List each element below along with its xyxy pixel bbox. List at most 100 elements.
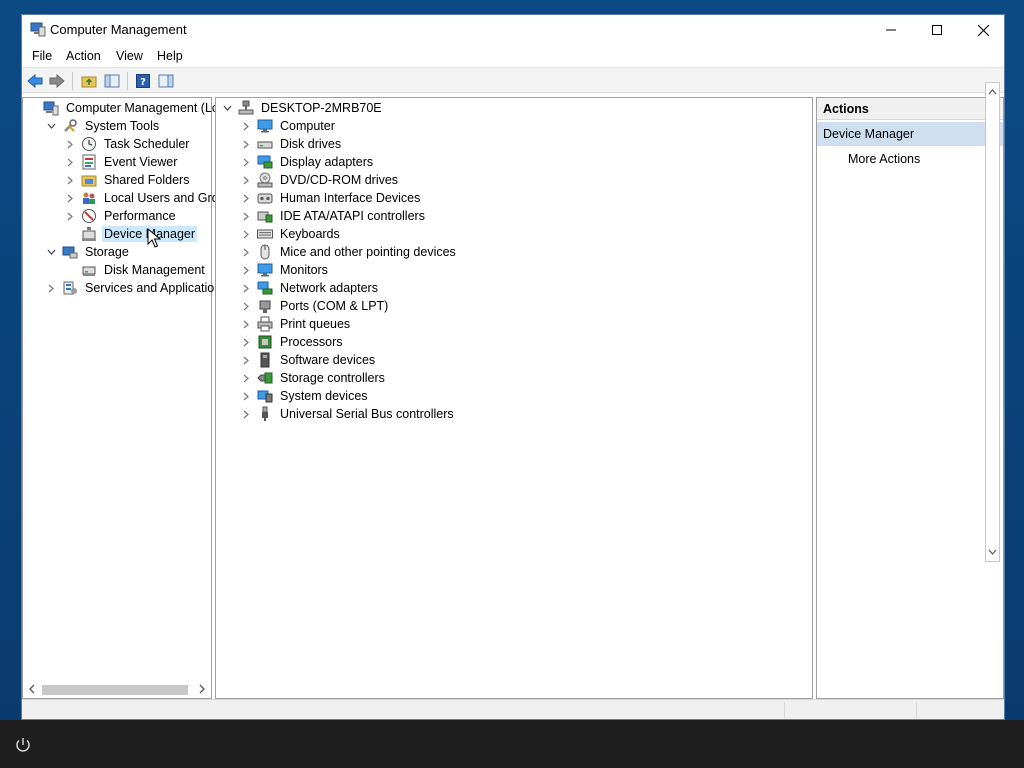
power-icon[interactable] (14, 736, 32, 754)
tree-item-storage[interactable]: Storage (46, 243, 131, 261)
tree-item-label: Universal Serial Bus controllers (280, 407, 454, 421)
device-category-universal-serial-bus-controllers[interactable]: Universal Serial Bus controllers (241, 405, 456, 423)
vertical-scrollbar[interactable] (985, 82, 1000, 562)
help-icon: ? (136, 74, 150, 88)
no-expander (65, 261, 75, 279)
tree-item-task-scheduler[interactable]: Task Scheduler (65, 135, 191, 153)
device-category-human-interface-devices[interactable]: Human Interface Devices (241, 189, 422, 207)
device-category-ide-ata-atapi-controllers[interactable]: IDE ATA/ATAPI controllers (241, 207, 427, 225)
menu-help[interactable]: Help (157, 49, 183, 63)
forward-button[interactable] (47, 71, 67, 91)
device-tree-pane[interactable]: DESKTOP-2MRB70E Computer Disk drives Displa… (215, 97, 813, 699)
expand-closed-chevron-icon[interactable] (241, 189, 251, 207)
tree-item-label: System Tools (85, 119, 160, 133)
device-tree-root[interactable]: DESKTOP-2MRB70E (222, 99, 384, 117)
device-category-processors[interactable]: Processors (241, 333, 345, 351)
expand-closed-chevron-icon[interactable] (241, 225, 251, 243)
expand-closed-chevron-icon[interactable] (65, 189, 75, 207)
expand-open-chevron-icon[interactable] (222, 99, 232, 117)
device-category-computer[interactable]: Computer (241, 117, 337, 135)
more-actions-item[interactable]: More Actions (817, 148, 1003, 170)
show-hide-console-tree-button[interactable] (102, 71, 122, 91)
tree-item-shared-folders[interactable]: Shared Folders (65, 171, 191, 189)
expand-closed-chevron-icon[interactable] (241, 297, 251, 315)
expand-closed-chevron-icon[interactable] (241, 405, 251, 423)
device-category-network-adapters[interactable]: Network adapters (241, 279, 380, 297)
expand-closed-chevron-icon[interactable] (241, 153, 251, 171)
tree-item-label: DVD/CD-ROM drives (280, 173, 399, 187)
expand-closed-chevron-icon[interactable] (241, 171, 251, 189)
device-category-ports-com-lpt[interactable]: Ports (COM & LPT) (241, 297, 390, 315)
minimize-button[interactable] (868, 15, 914, 45)
title-bar[interactable]: Computer Management (22, 15, 1004, 45)
no-expander (65, 225, 75, 243)
device-category-monitors[interactable]: Monitors (241, 261, 330, 279)
device-category-mice-and-other-pointing-devices[interactable]: Mice and other pointing devices (241, 243, 458, 261)
processor-icon (257, 334, 273, 350)
device-category-storage-controllers[interactable]: Storage controllers (241, 369, 387, 387)
scroll-right-arrow-icon[interactable] (196, 683, 208, 695)
tree-item-label: Human Interface Devices (280, 191, 421, 205)
hid-icon (257, 190, 273, 206)
expand-closed-chevron-icon[interactable] (65, 135, 75, 153)
expand-closed-chevron-icon[interactable] (65, 207, 75, 225)
expand-closed-chevron-icon[interactable] (241, 315, 251, 333)
device-category-disk-drives[interactable]: Disk drives (241, 135, 343, 153)
expand-open-chevron-icon[interactable] (46, 243, 56, 261)
software-device-icon (257, 352, 273, 368)
tools-icon (62, 118, 78, 134)
tree-item-computer-management-local[interactable]: Computer Management (Local (27, 99, 237, 117)
status-bar (22, 699, 1004, 719)
horizontal-scrollbar[interactable] (24, 681, 210, 697)
scroll-down-arrow-icon (988, 549, 997, 555)
close-button[interactable] (960, 15, 1006, 45)
back-button[interactable] (25, 71, 45, 91)
maximize-button[interactable] (914, 15, 960, 45)
expand-closed-chevron-icon[interactable] (65, 171, 75, 189)
expand-closed-chevron-icon[interactable] (241, 261, 251, 279)
expand-closed-chevron-icon[interactable] (241, 135, 251, 153)
menu-file[interactable]: File (32, 49, 52, 63)
tree-item-device-manager[interactable]: Device Manager (65, 225, 198, 243)
expand-closed-chevron-icon[interactable] (241, 117, 251, 135)
tree-item-label: Mice and other pointing devices (280, 245, 456, 259)
expand-closed-chevron-icon[interactable] (241, 243, 251, 261)
expand-closed-chevron-icon[interactable] (241, 369, 251, 387)
show-hide-action-pane-button[interactable] (156, 71, 176, 91)
tree-item-label: Computer Management (Local (66, 101, 235, 115)
expand-closed-chevron-icon[interactable] (241, 207, 251, 225)
up-one-level-button[interactable] (79, 71, 99, 91)
device-category-print-queues[interactable]: Print queues (241, 315, 352, 333)
tree-item-label: Software devices (280, 353, 376, 367)
expand-closed-chevron-icon[interactable] (241, 387, 251, 405)
scroll-thumb[interactable] (42, 685, 188, 695)
menu-view[interactable]: View (116, 49, 143, 63)
expand-closed-chevron-icon[interactable] (241, 351, 251, 369)
tree-item-event-viewer[interactable]: Event Viewer (65, 153, 179, 171)
device-category-software-devices[interactable]: Software devices (241, 351, 377, 369)
tree-item-disk-management[interactable]: Disk Management (65, 261, 207, 279)
actions-section-device-manager[interactable]: Device Manager (817, 122, 1003, 146)
device-category-system-devices[interactable]: System devices (241, 387, 370, 405)
scroll-left-arrow-icon[interactable] (26, 683, 38, 695)
tree-item-performance[interactable]: Performance (65, 207, 178, 225)
tree-item-services-and-applications[interactable]: Services and Applications (46, 279, 229, 297)
svg-text:?: ? (140, 77, 146, 88)
computer-management-icon (43, 100, 59, 116)
device-category-display-adapters[interactable]: Display adapters (241, 153, 375, 171)
device-category-dvd-cd-rom-drives[interactable]: DVD/CD-ROM drives (241, 171, 400, 189)
expand-closed-chevron-icon[interactable] (46, 279, 56, 297)
help-button[interactable]: ? (133, 71, 153, 91)
printer-icon (257, 316, 273, 332)
expand-closed-chevron-icon[interactable] (65, 153, 75, 171)
device-category-keyboards[interactable]: Keyboards (241, 225, 342, 243)
expand-closed-chevron-icon[interactable] (241, 333, 251, 351)
expand-open-chevron-icon[interactable] (46, 117, 56, 135)
dvd-icon (257, 172, 273, 188)
tree-item-system-tools[interactable]: System Tools (46, 117, 161, 135)
display-adapter-icon (257, 154, 273, 170)
console-tree-pane[interactable]: Computer Management (Local System Tools Ta… (22, 97, 239, 699)
menu-action[interactable]: Action (66, 49, 101, 63)
expand-closed-chevron-icon[interactable] (241, 279, 251, 297)
event-viewer-icon (81, 154, 97, 170)
